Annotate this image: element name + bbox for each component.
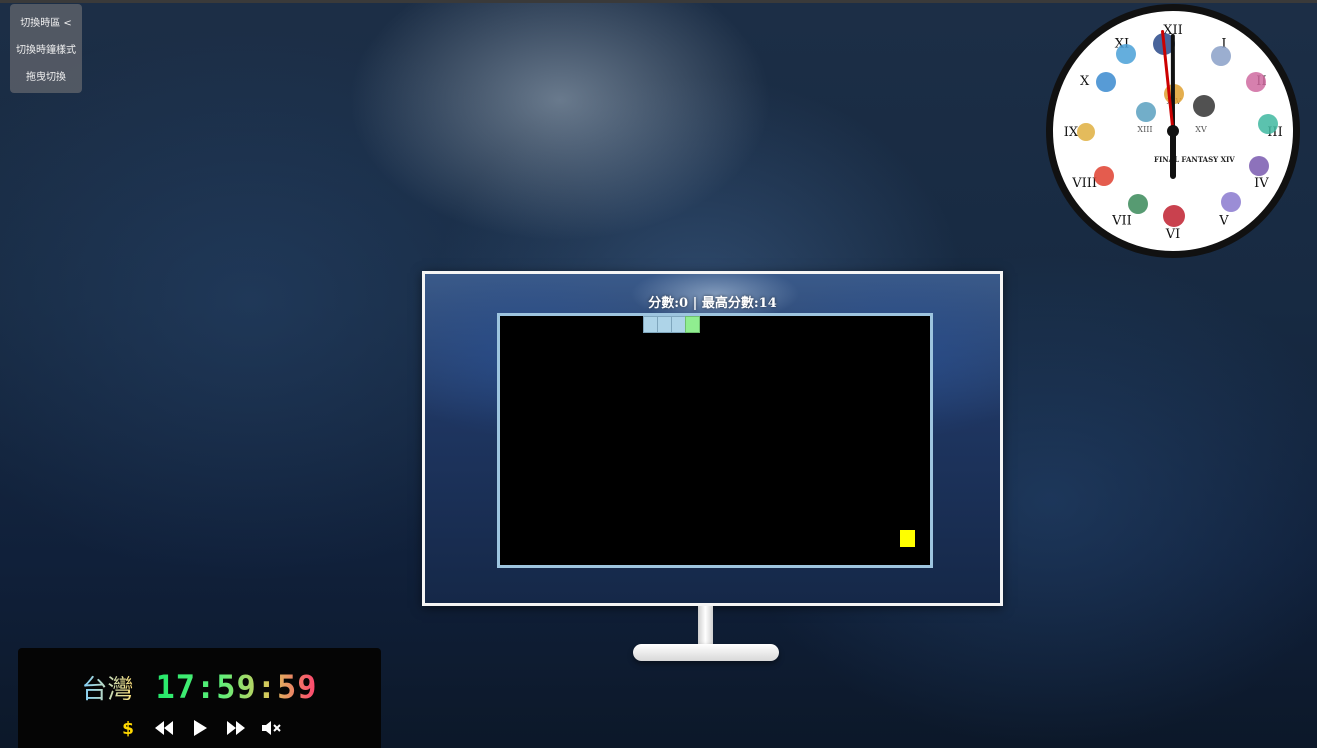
svg-text:$: $ (122, 719, 134, 738)
clock-numeral: X (1080, 74, 1090, 89)
clock-numeral: IV (1254, 176, 1269, 191)
snake-body-segment (671, 316, 686, 333)
clock-numeral: V (1218, 213, 1229, 228)
switch-clock-style-button[interactable]: 切換時鐘樣式 (16, 41, 76, 56)
clock-numeral: IX (1064, 125, 1079, 140)
clock-logo: FINAL FANTASY XIV (1154, 155, 1235, 164)
snake-head (685, 316, 700, 333)
control-menu: 切換時區 < 切換時鐘樣式 拖曳切換 (10, 4, 82, 93)
switch-timezone-button[interactable]: 切換時區 < (20, 14, 72, 29)
game-board[interactable] (497, 313, 933, 568)
food-item (900, 530, 915, 547)
player-controls: $ (18, 718, 381, 738)
clock-inner-numeral: XIII (1137, 125, 1152, 134)
clock-numeral: VII (1111, 213, 1132, 228)
dollar-coin-icon[interactable]: $ (117, 718, 139, 738)
region-label: 台灣 (81, 674, 134, 705)
analog-clock: XIIIIIIIIIVVVIVIIVIIIIXXXIXIVXIIIXV FINA… (1046, 4, 1300, 258)
snake-body-segment (643, 316, 658, 333)
mute-icon[interactable] (261, 718, 283, 738)
digital-time: 17:59:59 (155, 668, 318, 706)
drag-toggle-button[interactable]: 拖曳切換 (26, 68, 66, 83)
rewind-icon[interactable] (153, 718, 175, 738)
clock-face: XIIIIIIIIIVVVIVIIVIIIIXXXIXIVXIIIXV FINA… (1064, 23, 1283, 242)
play-icon[interactable] (189, 718, 211, 738)
snake-body-segment (657, 316, 672, 333)
score-display: 分數:0 | 最高分數:14 (648, 296, 777, 311)
monitor-stand-base (633, 644, 779, 661)
clock-center-pin (1167, 125, 1179, 137)
clock-numeral: VIII (1071, 176, 1097, 191)
fast-forward-icon[interactable] (225, 718, 247, 738)
game-monitor: 分數:0 | 最高分數:14 (422, 271, 1003, 606)
window-top-border (0, 0, 1317, 3)
clock-inner-numeral: XV (1195, 125, 1207, 134)
digital-clock-panel: 台灣 17:59:59 $ (18, 648, 381, 748)
monitor-stand-neck (698, 606, 713, 646)
clock-numeral: VI (1165, 227, 1181, 242)
time-row: 台灣 17:59:59 (18, 668, 381, 706)
